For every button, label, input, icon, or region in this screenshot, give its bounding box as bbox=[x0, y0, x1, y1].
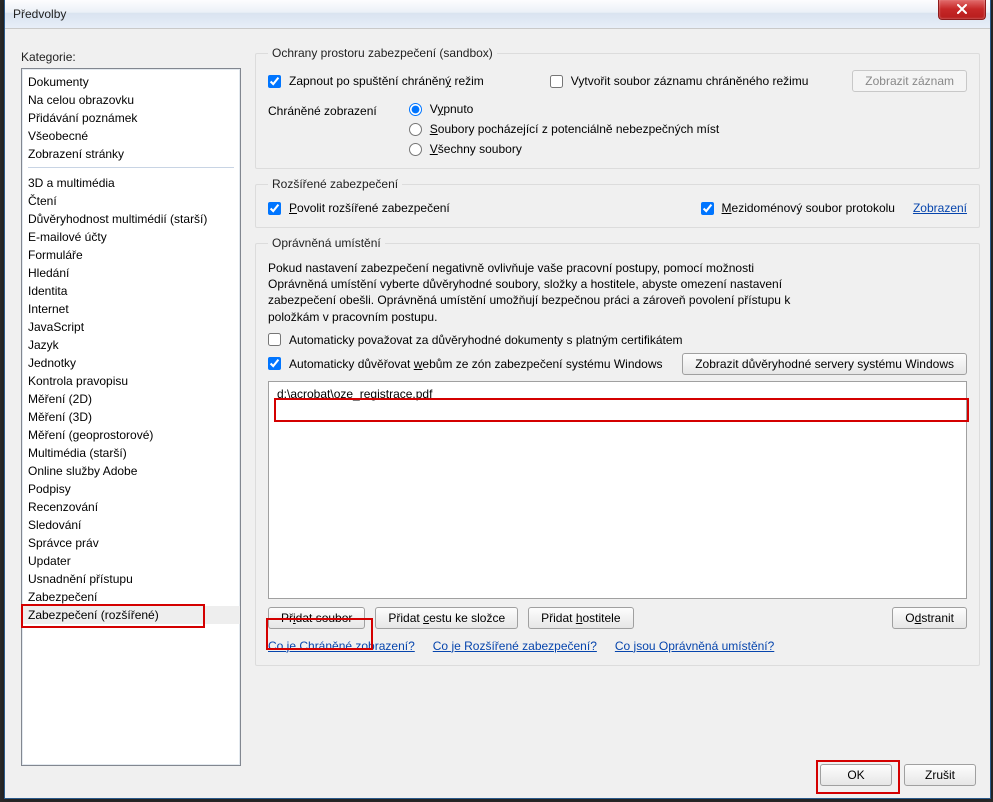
remove-button[interactable]: Odstranit bbox=[892, 607, 967, 629]
category-item[interactable]: Měření (2D) bbox=[22, 390, 240, 408]
category-item[interactable]: Recenzování bbox=[22, 498, 240, 516]
category-item[interactable]: Usnadnění přístupu bbox=[22, 570, 240, 588]
close-button[interactable] bbox=[938, 0, 986, 20]
checkbox-crossdomain-log-label: Mezidoménový soubor protokolu bbox=[722, 201, 895, 215]
show-log-button[interactable]: Zobrazit záznam bbox=[852, 70, 967, 92]
cancel-button[interactable]: Zrušit bbox=[904, 764, 976, 786]
checkbox-enable-extended-security-label: Povolit rozšířené zabezpečení bbox=[289, 201, 450, 215]
add-host-button[interactable]: Přidat hostitele bbox=[528, 607, 633, 629]
category-item[interactable]: Jednotky bbox=[22, 354, 240, 372]
settings-panel: Ochrany prostoru zabezpečení (sandbox) Z… bbox=[255, 46, 980, 788]
category-item[interactable]: Multimédia (starší) bbox=[22, 444, 240, 462]
privileged-description: Pokud nastavení zabezpečení negativně ov… bbox=[268, 260, 808, 325]
category-item[interactable]: Jazyk bbox=[22, 336, 240, 354]
category-item[interactable]: Hledání bbox=[22, 264, 240, 282]
checkbox-enable-protected-mode[interactable]: Zapnout po spuštění chráněný režim bbox=[268, 74, 484, 88]
category-item[interactable]: Zabezpečení bbox=[22, 588, 240, 606]
group-privileged-locations: Oprávněná umístění Pokud nastavení zabez… bbox=[255, 236, 980, 666]
category-item[interactable]: Měření (3D) bbox=[22, 408, 240, 426]
checkbox-crossdomain-log-input[interactable] bbox=[701, 202, 714, 215]
category-list[interactable]: DokumentyNa celou obrazovkuPřidávání poz… bbox=[21, 68, 241, 766]
location-entry[interactable]: d:\acrobat\oze_registrace.pdf bbox=[275, 386, 960, 402]
category-item[interactable]: Všeobecné bbox=[22, 127, 240, 145]
category-separator bbox=[28, 167, 234, 168]
help-link-privileged-locations[interactable]: Co jsou Oprávněná umístění? bbox=[615, 639, 774, 653]
category-item[interactable]: Zabezpečení (rozšířené) bbox=[22, 606, 240, 624]
radio-unsafe-files[interactable]: Soubory pocházející z potenciálně nebezp… bbox=[409, 122, 720, 136]
category-item[interactable]: Zobrazení stránky bbox=[22, 145, 240, 163]
category-item[interactable]: Podpisy bbox=[22, 480, 240, 498]
category-item[interactable]: Online služby Adobe bbox=[22, 462, 240, 480]
checkbox-enable-extended-security-input[interactable] bbox=[268, 202, 281, 215]
show-trusted-servers-button[interactable]: Zobrazit důvěryhodné servery systému Win… bbox=[682, 353, 967, 375]
category-item[interactable]: E-mailové účty bbox=[22, 228, 240, 246]
category-item[interactable]: Přidávání poznámek bbox=[22, 109, 240, 127]
checkbox-create-log[interactable]: Vytvořit soubor záznamu chráněného režim… bbox=[550, 74, 809, 88]
checkbox-enable-protected-label: Zapnout po spuštění chráněný režim bbox=[289, 74, 484, 88]
category-item[interactable]: Updater bbox=[22, 552, 240, 570]
close-icon bbox=[957, 4, 967, 14]
window-title: Předvolby bbox=[13, 7, 66, 21]
checkbox-create-log-label: Vytvořit soubor záznamu chráněného režim… bbox=[571, 74, 809, 88]
category-item[interactable]: Správce práv bbox=[22, 534, 240, 552]
checkbox-auto-trust-cert-label: Automaticky považovat za důvěryhodné dok… bbox=[289, 333, 683, 347]
category-item[interactable]: Důvěryhodnost multimédií (starší) bbox=[22, 210, 240, 228]
checkbox-auto-trust-cert[interactable]: Automaticky považovat za důvěryhodné dok… bbox=[268, 333, 683, 347]
add-folder-button[interactable]: Přidat cestu ke složce bbox=[375, 607, 518, 629]
radio-off-label: Vypnuto bbox=[430, 102, 474, 116]
checkbox-crossdomain-log[interactable]: Mezidoménový soubor protokolu bbox=[701, 201, 895, 215]
group-sandbox-legend: Ochrany prostoru zabezpečení (sandbox) bbox=[268, 46, 497, 60]
checkbox-auto-trust-web[interactable]: Automaticky důvěřovat webům ze zón zabez… bbox=[268, 357, 663, 371]
help-link-extended-security[interactable]: Co je Rozšířené zabezpečení? bbox=[433, 639, 597, 653]
group-privileged-locations-legend: Oprávněná umístění bbox=[268, 236, 385, 250]
category-item[interactable]: Identita bbox=[22, 282, 240, 300]
preferences-window: Předvolby Kategorie: DokumentyNa celou o… bbox=[4, 0, 991, 799]
crossdomain-view-link[interactable]: Zobrazení bbox=[913, 201, 967, 215]
category-item[interactable]: Dokumenty bbox=[22, 73, 240, 91]
category-item[interactable]: Internet bbox=[22, 300, 240, 318]
checkbox-enable-extended-security[interactable]: Povolit rozšířené zabezpečení bbox=[268, 201, 450, 215]
group-extended-security-legend: Rozšířené zabezpečení bbox=[268, 177, 402, 191]
radio-all-files-label: Všechny soubory bbox=[430, 142, 522, 156]
category-item[interactable]: Na celou obrazovku bbox=[22, 91, 240, 109]
ok-button[interactable]: OK bbox=[820, 764, 892, 786]
titlebar: Předvolby bbox=[5, 0, 990, 29]
help-link-protected-view[interactable]: Co je Chráněné zobrazení? bbox=[268, 639, 415, 653]
privileged-locations-list[interactable]: d:\acrobat\oze_registrace.pdf bbox=[268, 381, 967, 599]
category-item[interactable]: Čtení bbox=[22, 192, 240, 210]
categories-label: Kategorie: bbox=[21, 50, 76, 64]
radio-off-input[interactable] bbox=[409, 103, 422, 116]
category-item[interactable]: JavaScript bbox=[22, 318, 240, 336]
checkbox-auto-trust-web-label: Automaticky důvěřovat webům ze zón zabez… bbox=[289, 357, 663, 371]
checkbox-create-log-input[interactable] bbox=[550, 75, 563, 88]
checkbox-enable-protected-mode-input[interactable] bbox=[268, 75, 281, 88]
category-item[interactable]: Formuláře bbox=[22, 246, 240, 264]
radio-unsafe-files-input[interactable] bbox=[409, 123, 422, 136]
group-sandbox: Ochrany prostoru zabezpečení (sandbox) Z… bbox=[255, 46, 980, 169]
radio-all-files-input[interactable] bbox=[409, 143, 422, 156]
category-item[interactable]: Kontrola pravopisu bbox=[22, 372, 240, 390]
protected-view-label: Chráněné zobrazení bbox=[268, 102, 377, 118]
dialog-body: Kategorie: DokumentyNa celou obrazovkuPř… bbox=[15, 40, 980, 788]
add-file-button[interactable]: Přidat soubor bbox=[268, 607, 365, 629]
checkbox-auto-trust-cert-input[interactable] bbox=[268, 333, 281, 346]
dialog-footer: OK Zrušit bbox=[820, 764, 976, 786]
radio-off[interactable]: Vypnuto bbox=[409, 102, 720, 116]
category-item[interactable]: 3D a multimédia bbox=[22, 174, 240, 192]
radio-all-files[interactable]: Všechny soubory bbox=[409, 142, 720, 156]
group-extended-security: Rozšířené zabezpečení Povolit rozšířené … bbox=[255, 177, 980, 228]
category-item[interactable]: Měření (geoprostorové) bbox=[22, 426, 240, 444]
checkbox-auto-trust-web-input[interactable] bbox=[268, 357, 281, 370]
category-item[interactable]: Sledování bbox=[22, 516, 240, 534]
radio-unsafe-files-label: Soubory pocházející z potenciálně nebezp… bbox=[430, 122, 720, 136]
